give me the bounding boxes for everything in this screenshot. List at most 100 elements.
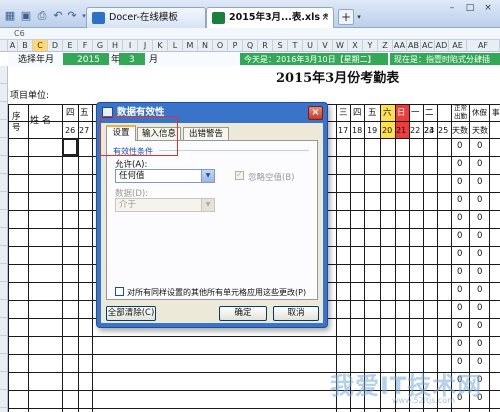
column-header[interactable]: W: [333, 40, 348, 52]
tab-settings[interactable]: 设置: [106, 125, 136, 141]
zero-value: 0: [477, 213, 483, 223]
chevron-down-icon[interactable]: ▼: [201, 170, 214, 182]
sheet-title: 2015年3月份考勤表: [276, 71, 400, 86]
column-header[interactable]: AB: [407, 40, 421, 52]
group-divider: [159, 150, 309, 151]
row-header[interactable]: [0, 408, 8, 412]
day-label: 25: [438, 126, 449, 135]
normal-attendance-header: 正常出勤: [454, 104, 467, 120]
close-icon[interactable]: ×: [308, 106, 323, 120]
chevron-down-icon[interactable]: ▾: [354, 9, 364, 25]
maximize-icon[interactable]: □: [462, 2, 478, 14]
days-header: 天数: [452, 126, 468, 135]
row-header[interactable]: [0, 138, 8, 156]
column-header[interactable]: A: [8, 40, 18, 52]
clear-all-button[interactable]: 全部清除(C): [106, 306, 156, 321]
row-header[interactable]: [0, 372, 8, 390]
day-label: 22: [410, 126, 421, 135]
column-header[interactable]: Q: [243, 40, 258, 52]
column-header[interactable]: AE: [449, 40, 467, 52]
column-header[interactable]: AD: [435, 40, 449, 52]
row-header[interactable]: [0, 282, 8, 300]
now-text: 现在是：指壹时陷式分肆插: [394, 55, 490, 64]
tab-workbook[interactable]: 2015年3月...表.xls * ×: [206, 7, 334, 28]
active-cell[interactable]: [62, 138, 78, 156]
row-header[interactable]: [0, 390, 8, 408]
app-menu-icon[interactable]: ▦: [4, 10, 16, 22]
row-header[interactable]: [0, 120, 8, 138]
select-all-corner[interactable]: [0, 40, 8, 52]
allow-select[interactable]: 任何值 ▼: [115, 169, 215, 183]
row-header[interactable]: [0, 192, 8, 210]
apply-all-checkbox[interactable]: [115, 287, 124, 296]
undo-icon[interactable]: ↶: [52, 10, 64, 22]
column-header[interactable]: P: [228, 40, 243, 52]
redo-icon[interactable]: ↷: [66, 10, 78, 22]
dialog-title: 数据有效性: [117, 107, 165, 118]
column-header[interactable]: N: [198, 40, 213, 52]
column-header[interactable]: V: [318, 40, 333, 52]
day-label: 26: [65, 126, 76, 135]
row-header[interactable]: [0, 264, 8, 282]
row-header[interactable]: [0, 300, 8, 318]
row-header[interactable]: [0, 156, 8, 174]
column-header[interactable]: G: [93, 40, 108, 52]
weekday-label: 日: [397, 108, 406, 118]
column-header[interactable]: C: [33, 40, 48, 52]
cancel-button[interactable]: 取消: [273, 306, 319, 321]
grid-line: [8, 336, 500, 337]
zero-value: 0: [457, 303, 463, 313]
save-icon[interactable]: ▣: [20, 10, 32, 22]
column-header[interactable]: U: [303, 40, 318, 52]
column-header[interactable]: B: [18, 40, 33, 52]
column-header[interactable]: D: [48, 40, 63, 52]
column-header[interactable]: M: [183, 40, 198, 52]
zero-value: 0: [477, 321, 483, 331]
column-header[interactable]: F: [78, 40, 93, 52]
name-box[interactable]: C6: [14, 28, 74, 40]
close-window-icon[interactable]: ×: [480, 2, 496, 14]
column-header[interactable]: E: [63, 40, 78, 52]
row-header[interactable]: [0, 354, 8, 372]
zero-value: 0: [477, 141, 483, 151]
year-unit: 年: [111, 55, 121, 65]
print-icon[interactable]: ⎙: [36, 10, 48, 22]
row-header[interactable]: [0, 228, 8, 246]
row-header[interactable]: [0, 210, 8, 228]
chevron-down-icon[interactable]: ▼: [201, 199, 214, 211]
column-header[interactable]: S: [273, 40, 288, 52]
minimize-icon[interactable]: –: [444, 2, 460, 14]
column-header[interactable]: J: [138, 40, 153, 52]
column-header[interactable]: X: [348, 40, 363, 52]
ok-button[interactable]: 确定: [219, 306, 267, 321]
column-header[interactable]: O: [213, 40, 228, 52]
column-header[interactable]: T: [288, 40, 303, 52]
column-header[interactable]: AC: [421, 40, 435, 52]
row-header[interactable]: [0, 246, 8, 264]
row-header[interactable]: [0, 174, 8, 192]
data-select[interactable]: 介于 ▼: [115, 198, 215, 212]
row-header[interactable]: [0, 84, 8, 102]
column-header[interactable]: Y: [363, 40, 378, 52]
column-header[interactable]: H: [108, 40, 123, 52]
day-label: 27: [79, 126, 90, 135]
row-header[interactable]: [0, 336, 8, 354]
column-header[interactable]: I: [123, 40, 138, 52]
column-header[interactable]: AA: [393, 40, 407, 52]
column-header[interactable]: R: [258, 40, 273, 52]
close-tab-icon[interactable]: ×: [321, 8, 329, 28]
column-header[interactable]: K: [153, 40, 168, 52]
new-tab-button[interactable]: +: [338, 9, 354, 25]
zero-value: 0: [477, 249, 483, 259]
column-header[interactable]: L: [168, 40, 183, 52]
tab-input-message[interactable]: 输入信息: [137, 127, 181, 140]
tab-error-alert[interactable]: 出错警告: [183, 127, 229, 140]
column-header[interactable]: AF: [467, 40, 500, 52]
column-header[interactable]: Z: [378, 40, 393, 52]
row-header[interactable]: [0, 66, 8, 84]
row-header[interactable]: [0, 102, 8, 120]
ignore-blank-checkbox[interactable]: [235, 170, 244, 180]
row-header[interactable]: [0, 318, 8, 336]
project-unit-label: 项目单位:: [10, 91, 50, 101]
tab-docer[interactable]: Docer-在线模板: [86, 7, 206, 28]
